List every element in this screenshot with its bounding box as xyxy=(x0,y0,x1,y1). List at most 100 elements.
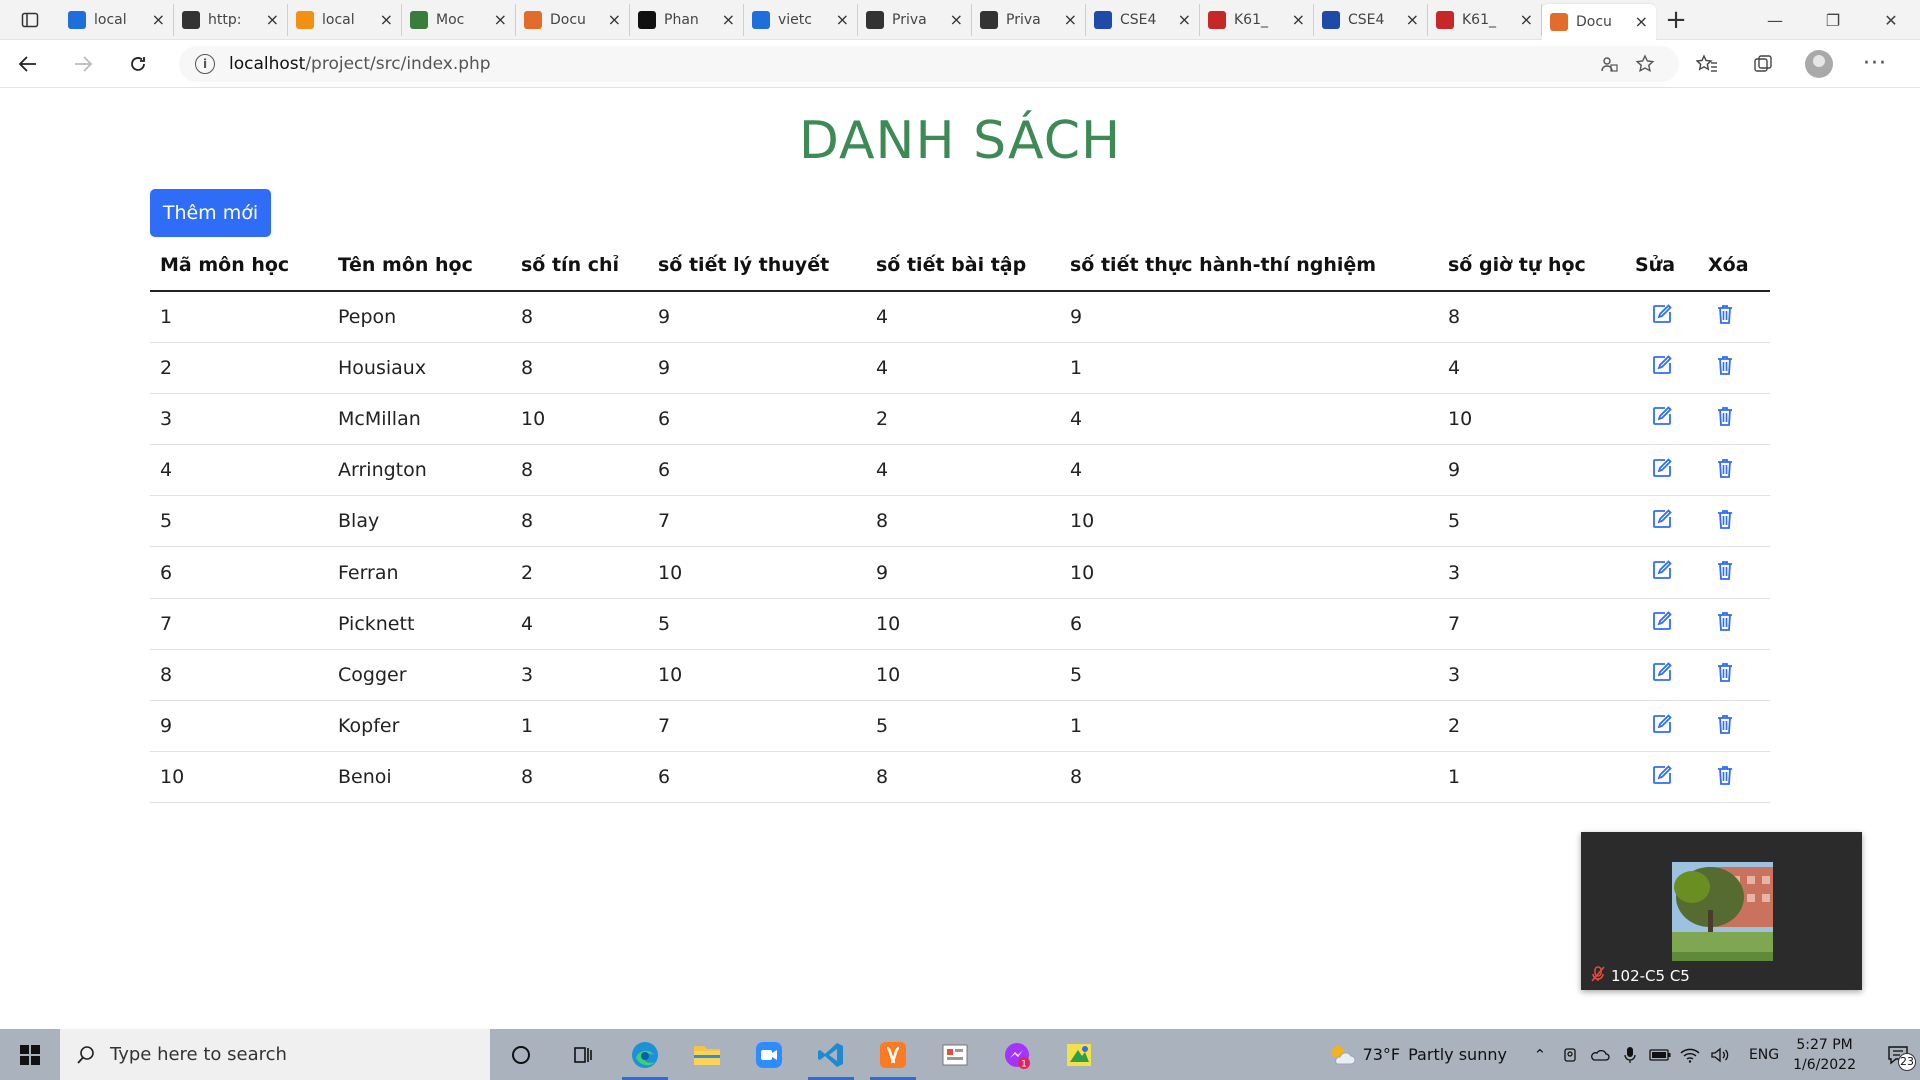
trash-icon[interactable] xyxy=(1714,508,1736,530)
collections-button[interactable] xyxy=(1735,40,1791,88)
browser-tab[interactable]: http: × xyxy=(174,3,288,36)
browser-tab[interactable]: CSE4 × xyxy=(1314,3,1428,36)
close-tab-icon[interactable]: × xyxy=(494,10,507,29)
edit-icon[interactable] xyxy=(1651,354,1673,376)
browser-tab[interactable]: Priva × xyxy=(972,3,1086,36)
input-language[interactable]: ENG xyxy=(1749,1047,1779,1063)
back-button[interactable] xyxy=(0,40,55,88)
read-aloud-icon[interactable] xyxy=(1591,55,1627,73)
taskbar-file-explorer[interactable] xyxy=(676,1029,738,1080)
weather-widget[interactable]: 73°F Partly sunny xyxy=(1329,1044,1507,1066)
table-row: 7 Picknett 4 5 10 6 7 xyxy=(150,598,1770,650)
video-thumbnail-window[interactable]: 102-C5 C5 xyxy=(1581,832,1862,990)
cell-delete xyxy=(1698,342,1770,394)
bird-icon xyxy=(410,10,428,29)
battery-icon[interactable] xyxy=(1645,1048,1675,1061)
close-tab-icon[interactable]: × xyxy=(836,10,849,29)
cortana-button[interactable] xyxy=(490,1029,552,1080)
task-view-button[interactable] xyxy=(552,1029,614,1080)
forward-button[interactable] xyxy=(55,40,110,88)
clock[interactable]: 5:27 PM 1/6/2022 xyxy=(1793,1035,1856,1075)
edit-icon[interactable] xyxy=(1651,303,1673,325)
add-new-button[interactable]: Thêm mới xyxy=(150,189,271,237)
start-button[interactable] xyxy=(0,1029,60,1080)
profile-button[interactable] xyxy=(1791,40,1847,88)
cell-self-study: 8 xyxy=(1438,291,1625,343)
cell-exercise: 9 xyxy=(866,546,1060,599)
browser-tab[interactable]: vietc × xyxy=(744,3,858,36)
edit-icon[interactable] xyxy=(1651,457,1673,479)
site-info-icon[interactable]: i xyxy=(195,53,215,74)
edit-icon[interactable] xyxy=(1651,610,1673,632)
restore-button[interactable]: ❐ xyxy=(1804,0,1862,40)
add-favorite-icon[interactable] xyxy=(1627,53,1663,74)
close-tab-icon[interactable]: × xyxy=(380,10,393,29)
onedrive-cloud-icon[interactable] xyxy=(1585,1048,1615,1062)
cell-code: 8 xyxy=(150,649,328,702)
close-tab-icon[interactable]: × xyxy=(1064,10,1077,29)
close-tab-icon[interactable]: × xyxy=(1178,10,1191,29)
trash-icon[interactable] xyxy=(1714,457,1736,479)
edit-icon[interactable] xyxy=(1651,508,1673,530)
settings-more-button[interactable]: ··· xyxy=(1847,40,1903,88)
browser-tab[interactable]: Docu × xyxy=(1542,3,1656,40)
close-tab-icon[interactable]: × xyxy=(950,10,963,29)
tab-title: K61_ xyxy=(1234,11,1268,28)
browser-tab[interactable]: Docu × xyxy=(516,3,630,36)
browser-tab[interactable]: K61_ × xyxy=(1200,3,1314,36)
browser-tab[interactable]: Priva × xyxy=(858,3,972,36)
show-hidden-icons-chevron-up-icon[interactable]: ⌃ xyxy=(1525,1046,1555,1064)
close-tab-icon[interactable]: × xyxy=(1635,12,1648,31)
volume-icon[interactable] xyxy=(1705,1047,1735,1063)
close-tab-icon[interactable]: × xyxy=(152,10,165,29)
trash-icon[interactable] xyxy=(1714,610,1736,632)
trash-icon[interactable] xyxy=(1714,713,1736,735)
trash-icon[interactable] xyxy=(1714,354,1736,376)
taskbar-search-box[interactable]: Type here to search xyxy=(60,1029,490,1080)
cell-exercise: 8 xyxy=(866,751,1060,804)
taskbar-zoom[interactable] xyxy=(738,1029,800,1080)
meet-now-icon[interactable] xyxy=(1555,1047,1585,1063)
browser-tab[interactable]: Phan × xyxy=(630,3,744,36)
edit-icon[interactable] xyxy=(1651,764,1673,786)
taskbar-edge-app[interactable] xyxy=(614,1029,676,1080)
browser-tab[interactable]: CSE4 × xyxy=(1086,3,1200,36)
microphone-icon[interactable] xyxy=(1615,1046,1645,1064)
favorites-button[interactable] xyxy=(1679,40,1735,88)
minimize-button[interactable]: — xyxy=(1746,0,1804,40)
tab-title: local xyxy=(94,11,127,28)
taskbar-vscode[interactable] xyxy=(800,1029,862,1080)
close-tab-icon[interactable]: × xyxy=(722,10,735,29)
browser-tab[interactable]: K61_ × xyxy=(1428,3,1542,36)
wifi-icon[interactable] xyxy=(1675,1047,1705,1063)
close-tab-icon[interactable]: × xyxy=(1292,10,1305,29)
close-tab-icon[interactable]: × xyxy=(1406,10,1419,29)
trash-icon[interactable] xyxy=(1714,661,1736,683)
taskbar-paint-app[interactable] xyxy=(1048,1029,1110,1080)
private-doc-icon xyxy=(980,10,998,29)
taskbar-snipping-tool[interactable] xyxy=(924,1029,986,1080)
trash-icon[interactable] xyxy=(1714,303,1736,325)
refresh-button[interactable] xyxy=(110,40,165,88)
edit-icon[interactable] xyxy=(1651,713,1673,735)
browser-tab[interactable]: local × xyxy=(288,3,402,36)
edit-icon[interactable] xyxy=(1651,661,1673,683)
url-field[interactable]: i localhost/project/src/index.php xyxy=(179,45,1679,82)
new-tab-button[interactable]: + xyxy=(1656,0,1696,40)
trash-icon[interactable] xyxy=(1714,405,1736,427)
close-window-button[interactable]: ✕ xyxy=(1862,0,1920,40)
browser-tab[interactable]: local × xyxy=(60,3,174,36)
trash-icon[interactable] xyxy=(1714,559,1736,581)
notification-center-button[interactable]: 23 xyxy=(1876,1045,1920,1071)
close-tab-icon[interactable]: × xyxy=(1520,10,1533,29)
taskbar-xampp[interactable] xyxy=(862,1029,924,1080)
edit-icon[interactable] xyxy=(1651,559,1673,581)
cell-edit xyxy=(1625,291,1698,343)
tab-actions-button[interactable] xyxy=(0,0,60,40)
browser-tab[interactable]: Moc × xyxy=(402,3,516,36)
trash-icon[interactable] xyxy=(1714,764,1736,786)
taskbar-messenger[interactable]: 1 xyxy=(986,1029,1048,1080)
close-tab-icon[interactable]: × xyxy=(608,10,621,29)
edit-icon[interactable] xyxy=(1651,405,1673,427)
close-tab-icon[interactable]: × xyxy=(266,10,279,29)
